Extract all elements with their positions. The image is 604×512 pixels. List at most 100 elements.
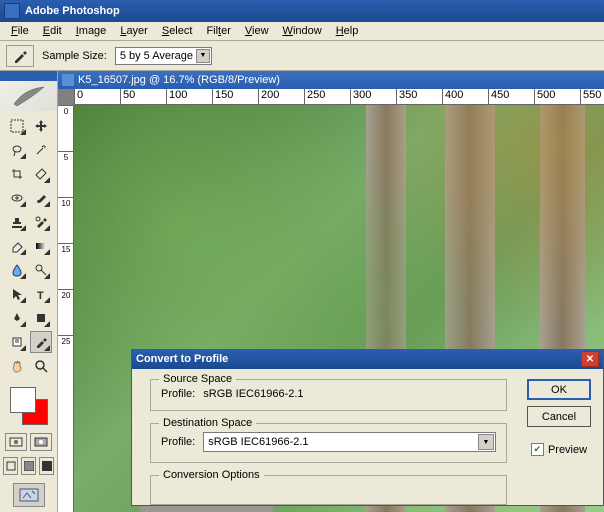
preview-label: Preview — [548, 444, 587, 456]
toolbox-logo — [0, 81, 57, 111]
ruler-vertical[interactable]: 0 5 10 15 20 25 — [58, 105, 74, 512]
menu-edit[interactable]: Edit — [36, 23, 69, 39]
conversion-options-legend: Conversion Options — [159, 469, 264, 481]
brush-tool[interactable] — [30, 187, 52, 209]
preview-checkbox[interactable]: ✔ Preview — [531, 443, 587, 456]
document-icon — [62, 74, 74, 86]
heal-tool[interactable] — [6, 187, 28, 209]
ruler-tick: 400 — [442, 89, 463, 105]
feather-icon — [9, 84, 49, 108]
menu-select[interactable]: Select — [155, 23, 200, 39]
checkbox-icon: ✔ — [531, 443, 544, 456]
dodge-tool[interactable] — [30, 259, 52, 281]
ruler-tick: 350 — [396, 89, 417, 105]
screen-mode-2[interactable] — [21, 457, 36, 475]
foreground-color-swatch[interactable] — [10, 387, 36, 413]
type-tool[interactable]: T — [30, 283, 52, 305]
destination-space-legend: Destination Space — [159, 417, 256, 429]
screen-mode-3[interactable] — [39, 457, 54, 475]
document-title: K5_16507.jpg @ 16.7% (RGB/8/Preview) — [78, 74, 280, 86]
ruler-tick: 500 — [534, 89, 555, 105]
notes-tool[interactable] — [6, 331, 28, 353]
app-title: Adobe Photoshop — [25, 5, 120, 17]
slice-tool[interactable] — [30, 163, 52, 185]
dialog-title-text: Convert to Profile — [136, 353, 228, 365]
ruler-tick: 200 — [258, 89, 279, 105]
ruler-tick: 300 — [350, 89, 371, 105]
blur-tool[interactable] — [6, 259, 28, 281]
standard-mode-button[interactable] — [5, 433, 27, 451]
ruler-tick: 20 — [58, 289, 74, 300]
dialog-close-button[interactable]: ✕ — [581, 351, 599, 367]
sample-size-label: Sample Size: — [42, 50, 107, 62]
jump-to-button[interactable] — [13, 483, 45, 507]
menu-help[interactable]: Help — [329, 23, 366, 39]
hand-tool[interactable] — [6, 355, 28, 377]
ruler-tick: 450 — [488, 89, 509, 105]
ruler-tick: 150 — [212, 89, 233, 105]
document-titlebar[interactable]: K5_16507.jpg @ 16.7% (RGB/8/Preview) — [58, 71, 604, 89]
source-space-fieldset: Source Space Profile: sRGB IEC61966-2.1 — [150, 379, 507, 411]
screen-mode-1[interactable] — [3, 457, 18, 475]
menu-image[interactable]: Image — [69, 23, 114, 39]
sample-size-value: 5 by 5 Average — [120, 50, 193, 62]
convert-profile-dialog: Convert to Profile ✕ Source Space Profil… — [131, 349, 604, 506]
gradient-tool[interactable] — [30, 235, 52, 257]
eyedropper-tool[interactable] — [30, 331, 52, 353]
active-tool-preset[interactable] — [6, 45, 34, 67]
source-space-legend: Source Space — [159, 373, 236, 385]
history-brush-tool[interactable] — [30, 211, 52, 233]
color-swatch-area — [6, 381, 52, 431]
eyedropper-icon — [12, 48, 28, 64]
ruler-horizontal[interactable]: 0 50 100 150 200 250 300 350 400 450 500… — [74, 89, 604, 105]
chevron-down-icon: ▼ — [196, 49, 210, 63]
toolbox: T — [0, 71, 58, 512]
source-profile-label: Profile: — [161, 388, 195, 400]
crop-tool[interactable] — [6, 163, 28, 185]
ruler-tick: 15 — [58, 243, 74, 254]
ruler-tick: 550 — [580, 89, 601, 105]
sample-size-select[interactable]: 5 by 5 Average ▼ — [115, 47, 212, 65]
imageready-icon — [19, 488, 39, 502]
toolbox-grip[interactable] — [0, 71, 57, 81]
ruler-tick: 100 — [166, 89, 187, 105]
dest-profile-value: sRGB IEC61966-2.1 — [208, 436, 308, 448]
ruler-tick: 10 — [58, 197, 74, 208]
dialog-titlebar[interactable]: Convert to Profile ✕ — [132, 349, 603, 369]
app-icon — [4, 3, 20, 19]
menu-view[interactable]: View — [238, 23, 276, 39]
ok-button[interactable]: OK — [527, 379, 591, 400]
menu-window[interactable]: Window — [276, 23, 329, 39]
quickmask-mode-button[interactable] — [30, 433, 52, 451]
menu-layer[interactable]: Layer — [113, 23, 155, 39]
destination-space-fieldset: Destination Space Profile: sRGB IEC61966… — [150, 423, 507, 463]
chevron-down-icon: ▼ — [478, 434, 494, 450]
svg-text:T: T — [37, 290, 44, 301]
ruler-tick: 5 — [58, 151, 74, 162]
ruler-tick: 0 — [58, 105, 74, 116]
pen-tool[interactable] — [6, 307, 28, 329]
source-profile-value: sRGB IEC61966-2.1 — [203, 388, 303, 400]
lasso-tool[interactable] — [6, 139, 28, 161]
marquee-tool[interactable] — [6, 115, 28, 137]
ruler-tick: 250 — [304, 89, 325, 105]
ruler-tick: 50 — [120, 89, 135, 105]
dest-profile-label: Profile: — [161, 436, 195, 448]
dest-profile-select[interactable]: sRGB IEC61966-2.1 ▼ — [203, 432, 496, 452]
menu-file[interactable]: File — [4, 23, 36, 39]
stamp-tool[interactable] — [6, 211, 28, 233]
zoom-tool[interactable] — [30, 355, 52, 377]
ruler-tick: 0 — [74, 89, 83, 105]
shape-tool[interactable] — [30, 307, 52, 329]
app-titlebar: Adobe Photoshop — [0, 0, 604, 22]
ruler-tick: 25 — [58, 335, 74, 346]
options-bar: Sample Size: 5 by 5 Average ▼ — [0, 41, 604, 71]
menu-filter[interactable]: Filter — [199, 23, 237, 39]
path-select-tool[interactable] — [6, 283, 28, 305]
eraser-tool[interactable] — [6, 235, 28, 257]
menubar: File Edit Image Layer Select Filter View… — [0, 22, 604, 41]
conversion-options-fieldset: Conversion Options — [150, 475, 507, 505]
move-tool[interactable] — [30, 115, 52, 137]
cancel-button[interactable]: Cancel — [527, 406, 591, 427]
wand-tool[interactable] — [30, 139, 52, 161]
